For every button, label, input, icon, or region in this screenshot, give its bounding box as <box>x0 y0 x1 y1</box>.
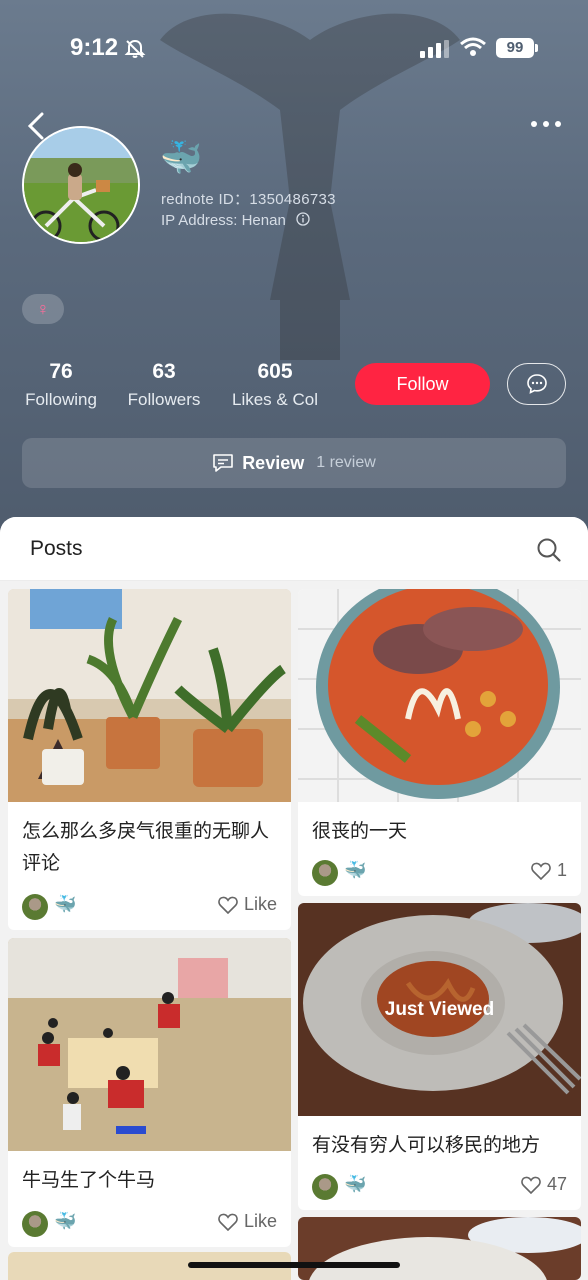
status-time: 9:12 <box>70 34 119 61</box>
post-meta: 🐳 Like <box>8 1203 291 1247</box>
heart-icon <box>218 1213 238 1231</box>
author-name: 🐳 <box>344 1174 367 1194</box>
cellular-signal-icon <box>420 40 449 58</box>
post-image-plants <box>8 589 291 802</box>
post-title: 很丧的一天 <box>312 821 408 842</box>
stat-followers-label: Followers <box>127 390 201 409</box>
review-count: 1 review <box>316 454 376 471</box>
author-name: 🐳 <box>344 860 367 880</box>
profile-avatar[interactable] <box>22 126 140 244</box>
like-count: 1 <box>556 860 567 880</box>
posts-section: Posts 怎么那么多戾气很重的无聊人评论 🐳 Like 牛马生了个牛马 🐳 L… <box>0 517 588 1280</box>
like-button[interactable]: Like <box>218 1211 277 1232</box>
ip-address: IP Address: Henan <box>161 212 310 229</box>
post-title: 牛马生了个牛马 <box>22 1170 156 1191</box>
nickname: 🐳 <box>160 139 203 177</box>
post-image-classroom <box>8 938 291 1151</box>
wifi-icon <box>460 37 486 56</box>
post-card[interactable]: 牛马生了个牛马 🐳 Like <box>8 938 291 1247</box>
like-button[interactable]: Like <box>218 894 277 915</box>
stat-likes-value: 605 <box>257 360 293 383</box>
review-bar[interactable]: Review 1 review <box>22 438 566 488</box>
post-meta: 🐳 1 <box>298 852 581 896</box>
post-card[interactable]: Just Viewed 有没有穷人可以移民的地方 🐳 47 <box>298 903 581 1210</box>
status-bar: 9:12 99 <box>0 0 588 96</box>
like-count: Like <box>243 1211 277 1231</box>
review-icon <box>213 454 233 472</box>
info-icon[interactable] <box>296 212 310 226</box>
stat-following-value: 76 <box>49 360 73 383</box>
stat-following-label: Following <box>25 390 97 409</box>
post-card[interactable]: 怎么那么多戾气很重的无聊人评论 🐳 Like <box>8 589 291 930</box>
post-meta: 🐳 47 <box>298 1166 581 1210</box>
author-avatar <box>312 1174 338 1200</box>
message-button[interactable] <box>507 363 566 405</box>
like-button[interactable]: 1 <box>531 860 567 881</box>
ip-address-text: IP Address: Henan <box>161 212 286 229</box>
post-meta: 🐳 Like <box>8 886 291 930</box>
author-avatar <box>22 1211 48 1237</box>
post-title: 怎么那么多戾气很重的无聊人评论 <box>22 821 270 874</box>
stat-likes-collections[interactable]: 605 Likes & Col <box>226 360 324 410</box>
bell-off-icon <box>124 39 146 58</box>
post-card[interactable] <box>298 1217 581 1280</box>
home-indicator <box>188 1262 400 1268</box>
heart-icon <box>531 862 551 880</box>
search-icon[interactable] <box>536 537 562 563</box>
stat-following[interactable]: 76 Following <box>22 360 100 410</box>
like-count: Like <box>243 894 277 914</box>
follow-button[interactable]: Follow <box>355 363 490 405</box>
heart-icon <box>218 896 238 914</box>
like-button[interactable]: 47 <box>521 1174 567 1195</box>
post-image-pasta-2 <box>298 1217 581 1280</box>
chat-bubble-icon <box>526 374 547 394</box>
like-count: 47 <box>546 1174 567 1194</box>
avatar-photo <box>24 128 138 242</box>
author-name: 🐳 <box>54 1211 77 1231</box>
stat-likes-label: Likes & Col <box>232 390 318 409</box>
just-viewed-badge: Just Viewed <box>298 903 581 1116</box>
stat-followers-value: 63 <box>152 360 176 383</box>
author-avatar <box>312 860 338 886</box>
post-title: 有没有穷人可以移民的地方 <box>312 1135 541 1156</box>
rednote-id: rednote ID：1350486733 <box>161 191 336 208</box>
more-icon[interactable] <box>530 118 562 130</box>
stat-followers[interactable]: 63 Followers <box>124 360 204 410</box>
post-card[interactable]: 很丧的一天 🐳 1 <box>298 589 581 896</box>
posts-tab-bar: Posts <box>0 517 588 581</box>
post-image-noodles <box>298 589 581 802</box>
tab-posts[interactable]: Posts <box>30 537 83 561</box>
author-avatar <box>22 894 48 920</box>
review-label: Review <box>242 452 305 473</box>
gender-female-icon: ♀ <box>22 294 64 324</box>
post-image-pasta: Just Viewed <box>298 903 581 1116</box>
author-name: 🐳 <box>54 894 77 914</box>
heart-icon <box>521 1176 541 1194</box>
battery-indicator: 99 <box>496 38 538 58</box>
